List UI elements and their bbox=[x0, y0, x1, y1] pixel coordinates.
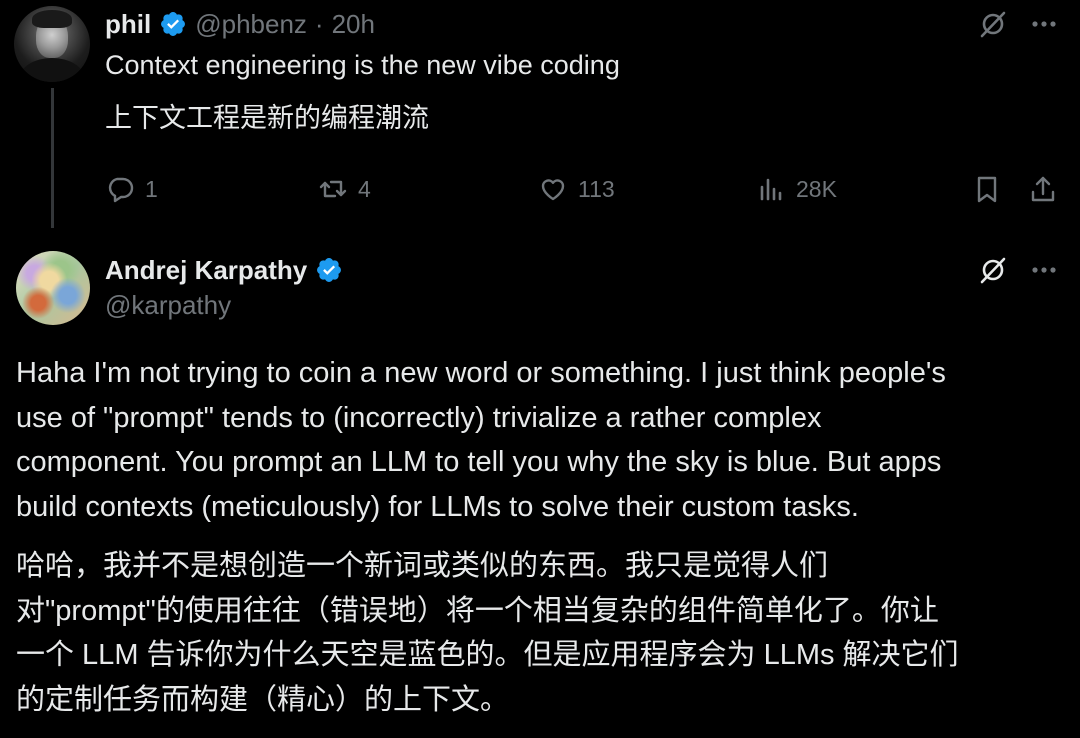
repost-button[interactable]: 4 bbox=[318, 174, 371, 204]
body-line: 哈哈，我并不是想创造一个新词或类似的东西。我只是觉得人们 bbox=[16, 550, 829, 582]
bookmark-icon[interactable] bbox=[972, 174, 1002, 209]
author-name[interactable]: phil bbox=[105, 9, 151, 40]
tweet2-body-cn: 哈哈，我并不是想创造一个新词或类似的东西。我只是觉得人们 对"prompt"的使… bbox=[16, 544, 1076, 722]
verified-badge-icon bbox=[315, 256, 343, 284]
avatar-phil[interactable] bbox=[14, 6, 90, 82]
author-handle[interactable]: @phbenz bbox=[195, 9, 307, 40]
tweet1-header: phil @phbenz · 20h bbox=[105, 6, 375, 42]
grok-icon[interactable] bbox=[978, 255, 1008, 290]
reply-count: 1 bbox=[145, 175, 158, 202]
more-icon[interactable] bbox=[1029, 255, 1059, 290]
grok-icon[interactable] bbox=[978, 9, 1008, 44]
dot-separator: · bbox=[314, 8, 324, 39]
body-line: use of "prompt" tends to (incorrectly) t… bbox=[16, 401, 822, 434]
body-line: 对"prompt"的使用往往（错误地）将一个相当复杂的组件简单化了。你让 bbox=[16, 594, 939, 627]
like-icon bbox=[541, 179, 565, 201]
tweet1-text-en: Context engineering is the new vibe codi… bbox=[105, 50, 620, 80]
reply-button[interactable]: 1 bbox=[105, 174, 158, 204]
repost-count: 4 bbox=[358, 175, 371, 202]
views-icon bbox=[760, 178, 782, 201]
avatar-karpathy[interactable] bbox=[16, 251, 90, 325]
share-icon[interactable] bbox=[1028, 174, 1058, 209]
like-count: 113 bbox=[578, 175, 615, 202]
body-line: 一个 LLM 告诉你为什么天空是蓝色的。但是应用程序会为 LLMs 解决它们 bbox=[16, 639, 959, 671]
more-icon[interactable] bbox=[1029, 9, 1059, 44]
author-name[interactable]: Andrej Karpathy bbox=[105, 255, 307, 286]
tweet2-header: Andrej Karpathy bbox=[105, 252, 343, 288]
avatar-hair-shape bbox=[32, 10, 72, 28]
author-handle[interactable]: @karpathy bbox=[105, 290, 231, 321]
repost-icon bbox=[319, 180, 347, 198]
body-line: Haha I'm not trying to coin a new word o… bbox=[16, 357, 946, 389]
timestamp[interactable]: 20h bbox=[332, 9, 375, 40]
body-line: component. You prompt an LLM to tell you… bbox=[16, 446, 942, 478]
thread-connector-line bbox=[51, 88, 54, 228]
avatar-body-shape bbox=[20, 58, 84, 82]
tweet2-body-en: Haha I'm not trying to coin a new word o… bbox=[16, 351, 1076, 529]
views-button[interactable]: 28K bbox=[756, 174, 837, 204]
like-button[interactable]: 113 bbox=[538, 174, 615, 204]
reply-icon bbox=[108, 177, 134, 203]
views-count: 28K bbox=[796, 175, 837, 202]
tweet1-text-cn: 上下文工程是新的编程潮流 bbox=[105, 103, 429, 133]
body-line: build contexts (meticulously) for LLMs t… bbox=[16, 490, 859, 523]
body-line: 的定制任务而构建（精心）的上下文。 bbox=[16, 683, 510, 716]
verified-badge-icon bbox=[159, 10, 187, 38]
